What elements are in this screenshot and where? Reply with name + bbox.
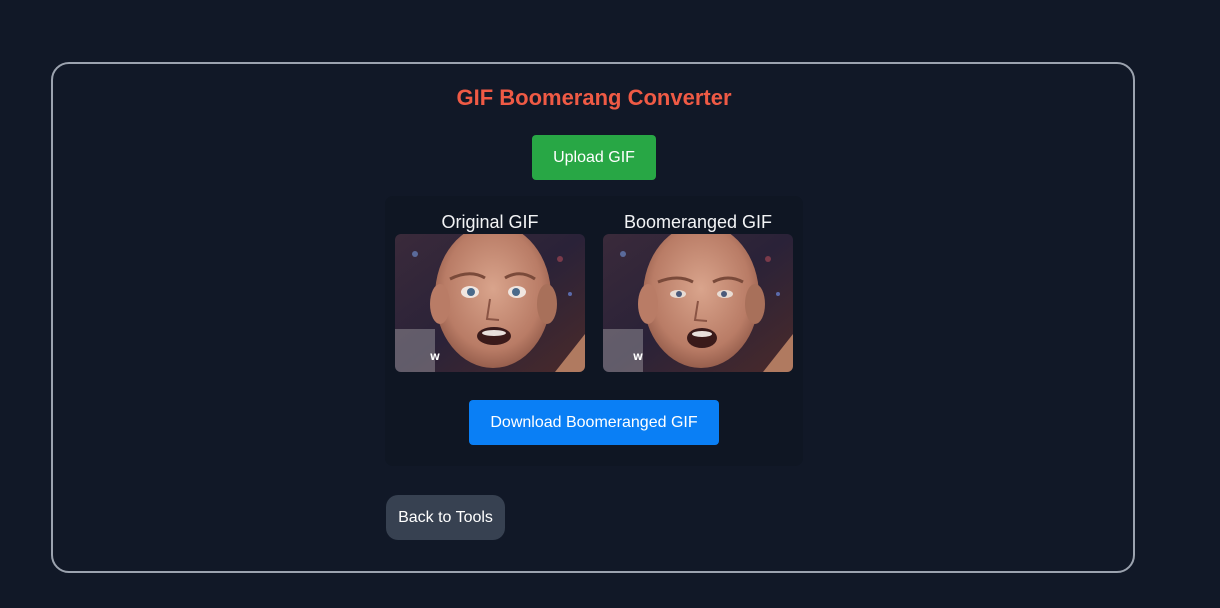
upload-gif-button[interactable]: Upload GIF bbox=[532, 135, 656, 180]
page-title: GIF Boomerang Converter bbox=[456, 85, 732, 110]
page: GIF Boomerang Converter Upload GIF Origi… bbox=[0, 0, 1220, 608]
svg-text:W: W bbox=[633, 353, 643, 363]
boomeranged-gif-block: Boomeranged GIF W bbox=[603, 210, 793, 372]
original-gif-block: Original GIF W bbox=[395, 210, 585, 372]
back-to-tools-button[interactable]: Back to Tools bbox=[386, 495, 505, 540]
svg-text:W: W bbox=[430, 353, 440, 363]
boomeranged-gif-image: W bbox=[603, 234, 793, 372]
original-gif-image: W bbox=[395, 234, 585, 372]
original-gif-label: Original GIF bbox=[441, 212, 539, 232]
download-boomeranged-gif-button[interactable]: Download Boomeranged GIF bbox=[469, 400, 719, 445]
boomeranged-gif-label: Boomeranged GIF bbox=[623, 212, 773, 232]
